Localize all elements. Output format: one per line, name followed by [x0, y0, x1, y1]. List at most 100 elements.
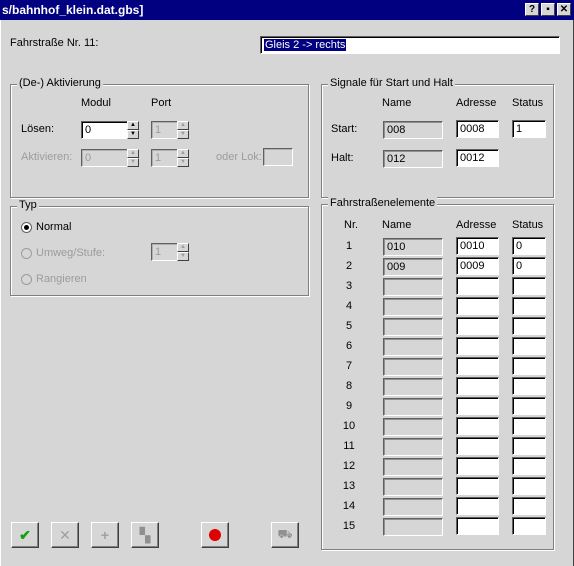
activation-group: (De-) Aktivierung Modul Port Lösen: 0 ▲ ▼…: [10, 77, 309, 198]
element-adresse-input[interactable]: [456, 457, 499, 475]
element-nr: 6: [345, 340, 353, 352]
apply-button[interactable]: ✔: [11, 522, 39, 548]
element-row: 11: [322, 437, 572, 457]
signals-col-status: Status: [512, 97, 544, 109]
loesen-port-spinner: 1 ▲ ▼: [151, 121, 189, 139]
check-icon: ✔: [19, 526, 31, 543]
locomotive-icon: ⛟: [277, 527, 293, 541]
element-row: 4: [322, 297, 572, 317]
elements-group: Fahrstraßenelemente Nr. Name Adresse Sta…: [321, 197, 554, 550]
element-adresse-input[interactable]: [456, 477, 499, 495]
element-name-field: [383, 378, 443, 396]
element-nr: 4: [345, 300, 353, 312]
route-name-input[interactable]: Gleis 2 -> rechts: [260, 36, 560, 54]
delete-button: ✕: [51, 522, 79, 548]
spin-up-icon[interactable]: ▲: [127, 121, 139, 130]
element-row: 14: [322, 497, 572, 517]
element-row: 12: [322, 457, 572, 477]
element-status-input[interactable]: [512, 377, 546, 395]
element-status-input[interactable]: [512, 517, 546, 535]
spin-down-icon: ▼: [177, 158, 189, 167]
add-icon: +: [100, 527, 110, 543]
element-nr: 10: [342, 420, 356, 432]
element-name-field: [383, 398, 443, 416]
element-status-input[interactable]: [512, 357, 546, 375]
element-status-input[interactable]: [512, 477, 546, 495]
signals-group: Signale für Start und Halt Name Adresse …: [321, 77, 554, 198]
halt-adresse-input[interactable]: 0012: [456, 149, 499, 167]
route-label: Fahrstraße Nr. 11:: [10, 37, 99, 49]
element-nr: 12: [342, 460, 356, 472]
element-adresse-input[interactable]: [456, 397, 499, 415]
element-status-input[interactable]: [512, 417, 546, 435]
help-button[interactable]: ?: [525, 3, 539, 16]
element-name-field: 010: [383, 238, 443, 256]
element-adresse-input[interactable]: [456, 277, 499, 295]
start-status-input[interactable]: 1: [512, 120, 546, 138]
element-adresse-input[interactable]: [456, 337, 499, 355]
typ-normal-radio[interactable]: Normal: [21, 221, 71, 233]
element-adresse-input[interactable]: [456, 417, 499, 435]
element-adresse-input[interactable]: [456, 317, 499, 335]
halt-name-field: 012: [383, 150, 443, 168]
element-status-input[interactable]: [512, 277, 546, 295]
element-row: 1 010 0010 0: [322, 237, 572, 257]
element-row: 9: [322, 397, 572, 417]
element-name-field: [383, 278, 443, 296]
record-button[interactable]: [201, 522, 229, 548]
element-nr: 1: [345, 240, 353, 252]
element-name-field: [383, 438, 443, 456]
activation-group-title: (De-) Aktivierung: [17, 77, 103, 89]
spin-up-icon: ▲: [177, 243, 189, 252]
element-status-input[interactable]: [512, 397, 546, 415]
close-button[interactable]: ✕: [557, 3, 571, 16]
start-name-field: 008: [383, 121, 443, 139]
loesen-modul-spinner[interactable]: 0 ▲ ▼: [81, 121, 139, 139]
element-nr: 7: [345, 360, 353, 372]
element-adresse-input[interactable]: [456, 497, 499, 515]
spin-up-icon: ▲: [177, 121, 189, 130]
start-adresse-input[interactable]: 0008: [456, 120, 499, 138]
element-status-input[interactable]: [512, 437, 546, 455]
element-adresse-input[interactable]: 0010: [456, 237, 499, 255]
element-row: 5: [322, 317, 572, 337]
element-name-field: [383, 298, 443, 316]
element-status-input[interactable]: 0: [512, 237, 546, 255]
element-nr: 3: [345, 280, 353, 292]
spin-up-icon: ▲: [127, 149, 139, 158]
loesen-label: Lösen:: [21, 123, 55, 135]
element-status-input[interactable]: [512, 497, 546, 515]
element-status-input[interactable]: [512, 457, 546, 475]
dialog-body: Fahrstraße Nr. 11: Gleis 2 -> rechts (De…: [0, 20, 574, 566]
spin-down-icon: ▼: [127, 158, 139, 167]
element-name-field: [383, 338, 443, 356]
typ-rangieren-radio: Rangieren: [21, 273, 87, 285]
element-row: 6: [322, 337, 572, 357]
typ-umweg-radio: Umweg/Stufe:: [21, 247, 105, 259]
element-status-input[interactable]: [512, 337, 546, 355]
element-adresse-input[interactable]: 0009: [456, 257, 499, 275]
element-nr: 9: [345, 400, 353, 412]
element-adresse-input[interactable]: [456, 517, 499, 535]
element-name-field: [383, 498, 443, 516]
radio-icon: [21, 273, 32, 285]
element-status-input[interactable]: [512, 297, 546, 315]
spin-down-icon[interactable]: ▼: [127, 130, 139, 139]
element-status-input[interactable]: 0: [512, 257, 546, 275]
aktivieren-modul-spinner: 0 ▲ ▼: [81, 149, 139, 167]
minimize-button[interactable]: ▪: [541, 3, 555, 16]
element-adresse-input[interactable]: [456, 297, 499, 315]
aktivieren-label: Aktivieren:: [21, 151, 73, 163]
element-name-field: [383, 518, 443, 536]
element-row: 8: [322, 377, 572, 397]
spin-up-icon: ▲: [177, 149, 189, 158]
element-status-input[interactable]: [512, 317, 546, 335]
element-nr: 14: [342, 500, 356, 512]
element-adresse-input[interactable]: [456, 437, 499, 455]
elements-col-status: Status: [512, 219, 544, 231]
element-name-field: [383, 478, 443, 496]
typ-group: Typ Normal Umweg/Stufe: 1 ▲ ▼ Rangieren: [10, 199, 309, 296]
element-adresse-input[interactable]: [456, 357, 499, 375]
elements-col-nr: Nr.: [344, 219, 359, 231]
element-adresse-input[interactable]: [456, 377, 499, 395]
